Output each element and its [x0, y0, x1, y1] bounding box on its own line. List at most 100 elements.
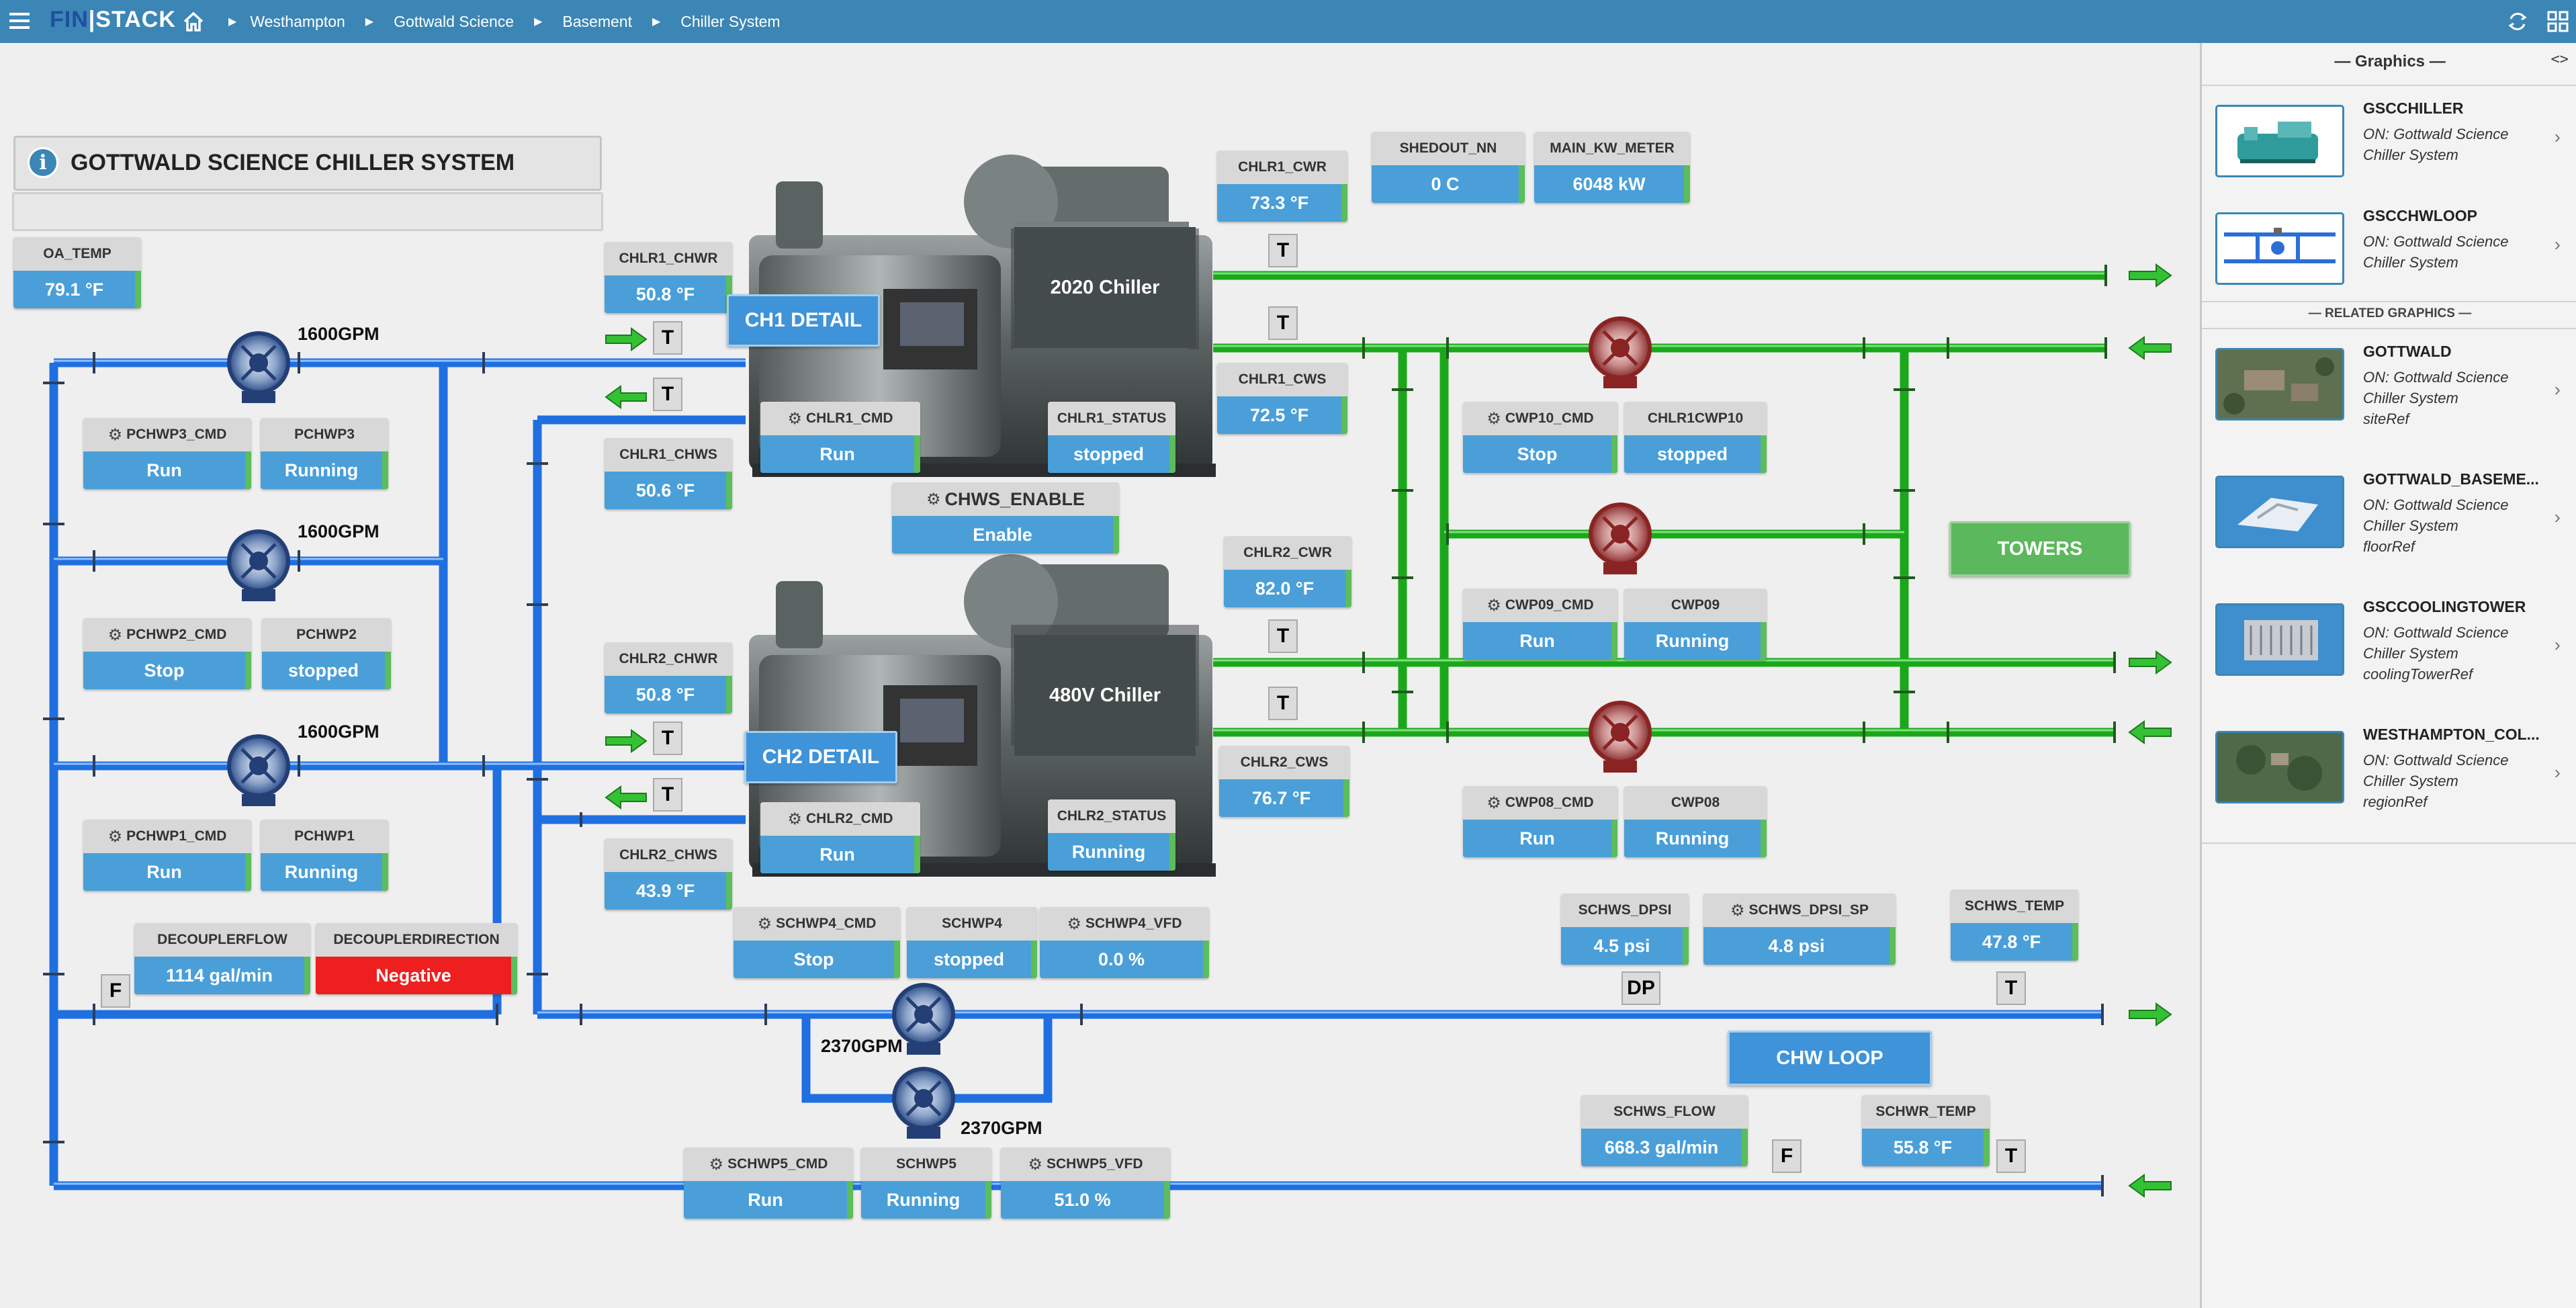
related-subtitle: ON: Gottwald Science Chiller System cooli… — [2363, 624, 2509, 683]
graphic-item-gscchiller[interactable]: GSCCHILLER ON: Gottwald Science Chiller … — [2215, 89, 2565, 189]
cwp10-cmd-point[interactable]: ⚙ CWP10_CMD Stop — [1463, 402, 1617, 473]
schwp5-vfd-point[interactable]: ⚙ SCHWP5_VFD 51.0 % — [1001, 1147, 1170, 1219]
graphics-sidebar: — Graphics — <> GSCCHILLER ON: Gottwald … — [2200, 43, 2576, 1308]
chlr1-cws-point[interactable]: CHLR1_CWS 72.5 °F — [1217, 363, 1347, 434]
schwp5-cmd-point[interactable]: ⚙ SCHWP5_CMD Run — [684, 1147, 853, 1219]
hamburger-menu-icon[interactable] — [9, 11, 30, 31]
collapse-toggle-icon[interactable]: <> — [2551, 51, 2569, 68]
gear-icon: ⚙ — [107, 625, 123, 644]
ch1-detail-button[interactable]: CH1 DETAIL — [727, 294, 880, 347]
finstack-logo[interactable]: FIN|STACK — [50, 7, 176, 33]
pchwp3-cmd-point[interactable]: ⚙ PCHWP3_CMD Run — [83, 418, 251, 489]
gear-icon: ⚙ — [1486, 409, 1501, 428]
chlr2-cws-point[interactable]: CHLR2_CWS 76.7 °F — [1219, 746, 1349, 817]
related-item-westhampton-col[interactable]: WESTHAMPTON_COL... ON: Gottwald Science … — [2215, 715, 2565, 836]
schws-temp-point[interactable]: SCHWS_TEMP 47.8 °F — [1951, 889, 2078, 961]
condenser-water-piping — [1213, 271, 2115, 737]
gear-icon: ⚙ — [757, 914, 772, 933]
page-title-panel: i GOTTWALD SCIENCE CHILLER SYSTEM — [13, 136, 602, 191]
towers-button[interactable]: TOWERS — [1949, 521, 2131, 576]
cwp08-cmd-point[interactable]: ⚙ CWP08_CMD Run — [1463, 786, 1617, 857]
main-kw-meter-point[interactable]: MAIN_KW_METER 6048 kW — [1534, 132, 1690, 203]
cwp09-status-point[interactable]: CWP09 Running — [1624, 588, 1767, 660]
schwp4-status-point[interactable]: SCHWP4 stopped — [907, 907, 1037, 978]
chlr2-cwr-point[interactable]: CHLR2_CWR 82.0 °F — [1224, 536, 1351, 607]
sidebar-header: — Graphics — — [2334, 52, 2446, 71]
schwr-temp-point[interactable]: SCHWR_TEMP 55.8 °F — [1862, 1095, 1990, 1166]
breadcrumb-item-chiller-system[interactable]: Chiller System — [680, 13, 780, 31]
chlr1cwp10-status-point[interactable]: CHLR1CWP10 stopped — [1624, 402, 1767, 473]
pchwp2-status-point[interactable]: PCHWP2 stopped — [262, 618, 391, 689]
pchwp3-status-point[interactable]: PCHWP3 Running — [261, 418, 388, 489]
schws-dpsi-sp-point[interactable]: ⚙ SCHWS_DPSI_SP 4.8 psi — [1703, 893, 1896, 965]
cwp09-cmd-point[interactable]: ⚙ CWP09_CMD Run — [1463, 588, 1617, 660]
chevron-right-icon: › — [2554, 634, 2561, 655]
chlr1-status-point[interactable]: CHLR1_STATUS stopped — [1048, 402, 1175, 473]
cwp08-pump-icon — [1589, 701, 1652, 773]
breadcrumb: ▶ Westhampton ▶ Gottwald Science ▶ Basem… — [228, 0, 781, 43]
sensor-tag-t: T — [1268, 306, 1298, 340]
ch2-detail-button[interactable]: CH2 DETAIL — [744, 731, 897, 783]
gear-icon: ⚙ — [926, 490, 941, 509]
decouplerflow-point[interactable]: DECOUPLERFLOW 1114 gal/min — [134, 923, 310, 994]
schwp4-vfd-point[interactable]: ⚙ SCHWP4_VFD 0.0 % — [1040, 907, 1209, 978]
chevron-right-icon: › — [2554, 507, 2561, 527]
breadcrumb-item-westhampton[interactable]: Westhampton — [250, 13, 345, 31]
schwp4-flow-label: 2370GPM — [821, 1036, 903, 1056]
sensor-tag-t: T — [1996, 971, 2026, 1005]
pchwp2-pump-icon — [227, 529, 290, 601]
breadcrumb-item-basement[interactable]: Basement — [562, 13, 632, 31]
refresh-icon[interactable] — [2505, 9, 2530, 34]
chevron-right-icon: › — [2554, 762, 2561, 783]
graphic-canvas: i GOTTWALD SCIENCE CHILLER SYSTEM OA_TEM… — [0, 43, 2200, 1308]
floorplan-thumbnail-icon — [2215, 476, 2344, 548]
sensor-tag-dp: DP — [1622, 971, 1660, 1005]
related-item-gsccoolingtower[interactable]: GSCCOOLINGTOWER ON: Gottwald Science Chi… — [2215, 587, 2565, 708]
chlr2-cmd-point[interactable]: ⚙ CHLR2_CMD Run — [760, 802, 920, 873]
sensor-tag-t: T — [1268, 234, 1298, 267]
chlr1-cmd-point[interactable]: ⚙ CHLR1_CMD Run — [760, 402, 920, 473]
pchwp1-flow-label: 1600GPM — [298, 722, 380, 742]
home-icon[interactable] — [181, 9, 206, 34]
breadcrumb-item-gottwald-science[interactable]: Gottwald Science — [394, 13, 514, 31]
related-title: GSCCOOLINGTOWER — [2363, 598, 2526, 615]
chlr2-chwr-point[interactable]: CHLR2_CHWR 50.8 °F — [605, 642, 732, 713]
decouplerdirection-point[interactable]: DECOUPLERDIRECTION Negative — [316, 923, 517, 994]
chw-loop-button[interactable]: CHW LOOP — [1728, 1031, 1932, 1086]
pchwp1-status-point[interactable]: PCHWP1 Running — [261, 820, 388, 891]
aerial-photo-thumbnail-icon — [2215, 731, 2344, 803]
shedout-nn-point[interactable]: SHEDOUT_NN 0 C — [1372, 132, 1525, 203]
top-bar: FIN|STACK ▶ Westhampton ▶ Gottwald Scien… — [0, 0, 2576, 43]
arrow-right-icon — [2129, 650, 2172, 674]
schwp4-pump-icon — [892, 983, 955, 1055]
info-icon[interactable]: i — [28, 147, 58, 178]
chlr1-cwr-point[interactable]: CHLR1_CWR 73.3 °F — [1217, 150, 1347, 222]
related-item-gottwald[interactable]: GOTTWALD ON: Gottwald Science Chiller Sy… — [2215, 332, 2565, 453]
graphic-item-gscchwloop[interactable]: GSCCHWLOOP ON: Gottwald Science Chiller … — [2215, 196, 2565, 297]
chevron-right-icon: › — [2554, 379, 2561, 400]
pchwp2-cmd-point[interactable]: ⚙ PCHWP2_CMD Stop — [83, 618, 251, 689]
related-ref: siteRef — [2363, 410, 2409, 427]
schwp4-cmd-point[interactable]: ⚙ SCHWP4_CMD Stop — [734, 907, 900, 978]
schwp5-flow-label: 2370GPM — [961, 1118, 1042, 1138]
related-item-gottwald-basement[interactable]: GOTTWALD_BASEME... ON: Gottwald Science … — [2215, 460, 2565, 580]
pchwp1-cmd-point[interactable]: ⚙ PCHWP1_CMD Run — [83, 820, 251, 891]
chws-enable-point[interactable]: ⚙ CHWS_ENABLE Enable — [892, 482, 1119, 554]
chlr2-chws-point[interactable]: CHLR2_CHWS 43.9 °F — [605, 838, 732, 910]
page-title: GOTTWALD SCIENCE CHILLER SYSTEM — [71, 150, 515, 175]
sensor-tag-t: T — [653, 722, 682, 755]
schws-dpsi-point[interactable]: SCHWS_DPSI 4.5 psi — [1561, 893, 1689, 965]
schwp5-status-point[interactable]: SCHWP5 Running — [861, 1147, 991, 1219]
cwp08-status-point[interactable]: CWP08 Running — [1624, 786, 1767, 857]
arrow-left-icon — [2128, 1174, 2172, 1198]
gear-icon: ⚙ — [787, 409, 802, 428]
apps-grid-icon[interactable] — [2546, 9, 2570, 34]
pchwp3-flow-label: 1600GPM — [298, 324, 380, 344]
schws-flow-point[interactable]: SCHWS_FLOW 668.3 gal/min — [1581, 1095, 1748, 1166]
chlr2-status-point[interactable]: CHLR2_STATUS Running — [1048, 799, 1175, 871]
chlr1-chws-point[interactable]: CHLR1_CHWS 50.6 °F — [605, 438, 732, 509]
pchwp1-pump-icon — [227, 734, 290, 806]
related-subtitle: ON: Gottwald Science Chiller System siteR… — [2363, 369, 2509, 427]
chlr1-chwr-point[interactable]: CHLR1_CHWR 50.8 °F — [605, 242, 732, 313]
oa-temp-point[interactable]: OA_TEMP 79.1 °F — [13, 237, 141, 308]
